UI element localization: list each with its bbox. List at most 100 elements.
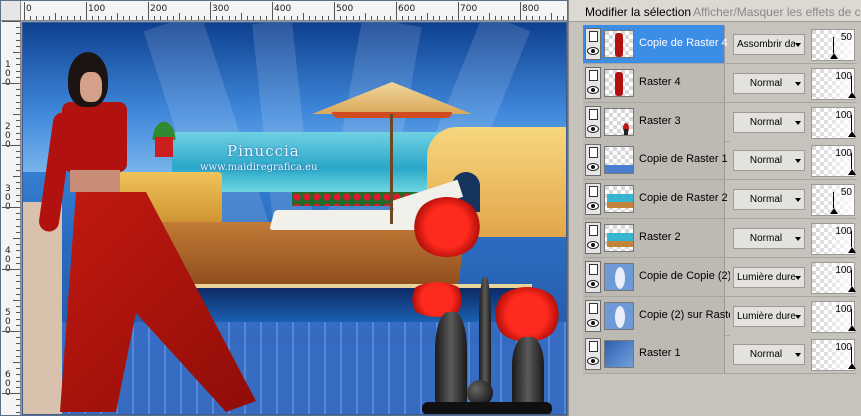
opacity-handle[interactable] bbox=[848, 114, 856, 137]
visibility-toggle[interactable] bbox=[585, 260, 601, 293]
blend-mode-dropdown[interactable]: Normal bbox=[733, 150, 805, 172]
layers-palette: Modifier la sélection Afficher/Masquer l… bbox=[568, 0, 861, 416]
ruler-tick bbox=[16, 374, 20, 376]
woman-figure bbox=[32, 42, 262, 415]
visibility-toggle[interactable] bbox=[585, 105, 601, 138]
opacity-handle[interactable] bbox=[830, 192, 838, 215]
visibility-toggle[interactable] bbox=[585, 66, 601, 99]
ruler-tick bbox=[13, 362, 20, 363]
ruler-tick bbox=[16, 219, 20, 221]
blend-mode-dropdown[interactable]: Normal bbox=[733, 72, 805, 94]
opacity-slider[interactable]: 50 bbox=[811, 29, 855, 61]
visibility-toggle[interactable] bbox=[585, 222, 601, 254]
blend-mode-dropdown[interactable]: Assombrir davantage bbox=[733, 34, 805, 55]
blend-mode-dropdown[interactable]: Normal bbox=[733, 189, 805, 211]
opacity-slider[interactable]: 100 bbox=[811, 223, 856, 255]
layer-name-cell[interactable]: Raster 4 bbox=[583, 63, 725, 102]
ruler-label: 400 bbox=[274, 4, 292, 14]
opacity-handle[interactable] bbox=[848, 75, 856, 98]
eye-icon[interactable] bbox=[587, 241, 599, 249]
layer-row[interactable]: Raster 1 Normal 100 bbox=[583, 335, 857, 375]
blend-mode-dropdown[interactable]: Normal bbox=[733, 228, 805, 249]
ruler-tick bbox=[296, 16, 298, 20]
eye-icon[interactable] bbox=[587, 85, 599, 94]
chevron-down-icon bbox=[795, 81, 801, 86]
ruler-tick bbox=[334, 2, 335, 20]
ruler-tick bbox=[16, 138, 20, 140]
ruler-tick bbox=[16, 33, 20, 35]
opacity-handle[interactable] bbox=[830, 37, 838, 59]
ruler-tick bbox=[179, 13, 180, 20]
visibility-toggle[interactable] bbox=[585, 338, 601, 371]
visibility-toggle[interactable] bbox=[585, 28, 601, 60]
layer-name-cell[interactable]: Raster 1 bbox=[583, 335, 725, 374]
visibility-toggle[interactable] bbox=[585, 144, 601, 177]
blend-mode-dropdown[interactable]: Lumière dure bbox=[733, 305, 805, 327]
layer-list: Copie de Raster 4 Assombrir davantage 50 Ra… bbox=[583, 25, 857, 405]
ruler-tick bbox=[166, 16, 168, 20]
layer-name-cell[interactable]: Copie de Raster 1 bbox=[583, 141, 728, 180]
opacity-handle[interactable] bbox=[848, 308, 856, 331]
horizontal-ruler: 0 100 200 300 400 500 600 700 800 bbox=[21, 1, 567, 21]
opacity-slider[interactable]: 100 bbox=[811, 145, 856, 178]
eye-icon[interactable] bbox=[587, 357, 599, 366]
opacity-slider[interactable]: 100 bbox=[811, 67, 856, 100]
opacity-handle[interactable] bbox=[848, 153, 856, 176]
eye-icon[interactable] bbox=[587, 279, 599, 288]
opacity-slider[interactable]: 100 bbox=[811, 106, 856, 139]
blend-mode-dropdown[interactable]: Lumière dure bbox=[733, 266, 805, 288]
eye-icon[interactable] bbox=[587, 163, 599, 172]
visibility-toggle[interactable] bbox=[585, 183, 601, 216]
eye-icon[interactable] bbox=[587, 202, 599, 211]
vertical-ruler: 100 200 300 400 500 600 bbox=[1, 21, 21, 415]
layer-name-cell[interactable]: Raster 3 bbox=[583, 102, 725, 141]
layer-row[interactable]: Raster 4 Normal 100 bbox=[583, 63, 857, 103]
layer-name: Copie de Raster 4 bbox=[639, 37, 728, 49]
canvas-window[interactable]: 0 100 200 300 400 500 600 700 800 100 200 300 400 50… bbox=[0, 0, 568, 416]
vase-tray bbox=[422, 402, 552, 415]
opacity-handle[interactable] bbox=[848, 269, 856, 292]
layer-row[interactable]: Raster 3 Normal 100 bbox=[583, 102, 857, 142]
chevron-down-icon bbox=[795, 237, 801, 241]
opacity-handle[interactable] bbox=[848, 231, 856, 253]
layer-name-cell[interactable]: Copie de Raster 2 bbox=[583, 180, 728, 219]
layer-row[interactable]: Copie de Raster 4 Assombrir davantage 50 bbox=[583, 25, 857, 64]
layer-row[interactable]: Copie de Raster 1 Normal 100 bbox=[583, 141, 857, 181]
opacity-handle[interactable] bbox=[848, 347, 856, 370]
opacity-slider[interactable]: 100 bbox=[811, 261, 856, 294]
ruler-tick bbox=[73, 16, 75, 20]
ruler-tick bbox=[16, 337, 20, 339]
layer-name-cell[interactable]: Raster 2 bbox=[583, 219, 725, 257]
layer-name-cell[interactable]: Copie (2) sur Raster bbox=[583, 296, 738, 335]
toggle-layer-effects-button[interactable]: Afficher/Masquer les effets de calque bbox=[693, 5, 861, 19]
ruler-tick bbox=[98, 16, 100, 20]
ruler-tick bbox=[507, 16, 509, 20]
eye-icon[interactable] bbox=[587, 124, 599, 133]
layer-name-cell[interactable]: Copie de Copie (2) sur Raster bbox=[583, 257, 785, 296]
visibility-toggle[interactable] bbox=[585, 299, 601, 332]
ruler-tick bbox=[185, 16, 187, 20]
modify-selection-button[interactable]: Modifier la sélection bbox=[585, 5, 691, 19]
opacity-slider[interactable]: 100 bbox=[811, 300, 856, 333]
ruler-tick bbox=[16, 188, 20, 190]
opacity-slider[interactable]: 100 bbox=[811, 339, 856, 372]
ruler-tick bbox=[501, 16, 503, 20]
layer-row[interactable]: Copie de Raster 2 Normal 50 bbox=[583, 180, 857, 220]
ruler-tick bbox=[247, 16, 249, 20]
ruler-tick bbox=[241, 13, 242, 20]
ruler-tick bbox=[358, 16, 360, 20]
layer-thumbnail bbox=[604, 146, 634, 175]
ruler-tick bbox=[16, 318, 20, 320]
eye-icon[interactable] bbox=[587, 47, 599, 55]
blend-mode-dropdown[interactable]: Normal bbox=[733, 111, 805, 133]
blend-mode-dropdown[interactable]: Normal bbox=[733, 344, 805, 366]
ruler-tick bbox=[352, 16, 354, 20]
layer-name-cell[interactable]: Copie de Raster 4 bbox=[583, 25, 728, 63]
eye-icon[interactable] bbox=[587, 318, 599, 327]
layer-row[interactable]: Copie (2) sur Raster Lumière dure 100 bbox=[583, 296, 857, 336]
ruler-tick bbox=[414, 16, 416, 20]
image-canvas[interactable]: Pinuccia www.maidiregrafica.eu bbox=[22, 22, 567, 415]
layer-row[interactable]: Copie de Copie (2) sur Raster Lumière dur… bbox=[583, 257, 857, 297]
layer-row[interactable]: Raster 2 Normal 100 bbox=[583, 219, 857, 258]
opacity-slider[interactable]: 50 bbox=[811, 184, 855, 217]
